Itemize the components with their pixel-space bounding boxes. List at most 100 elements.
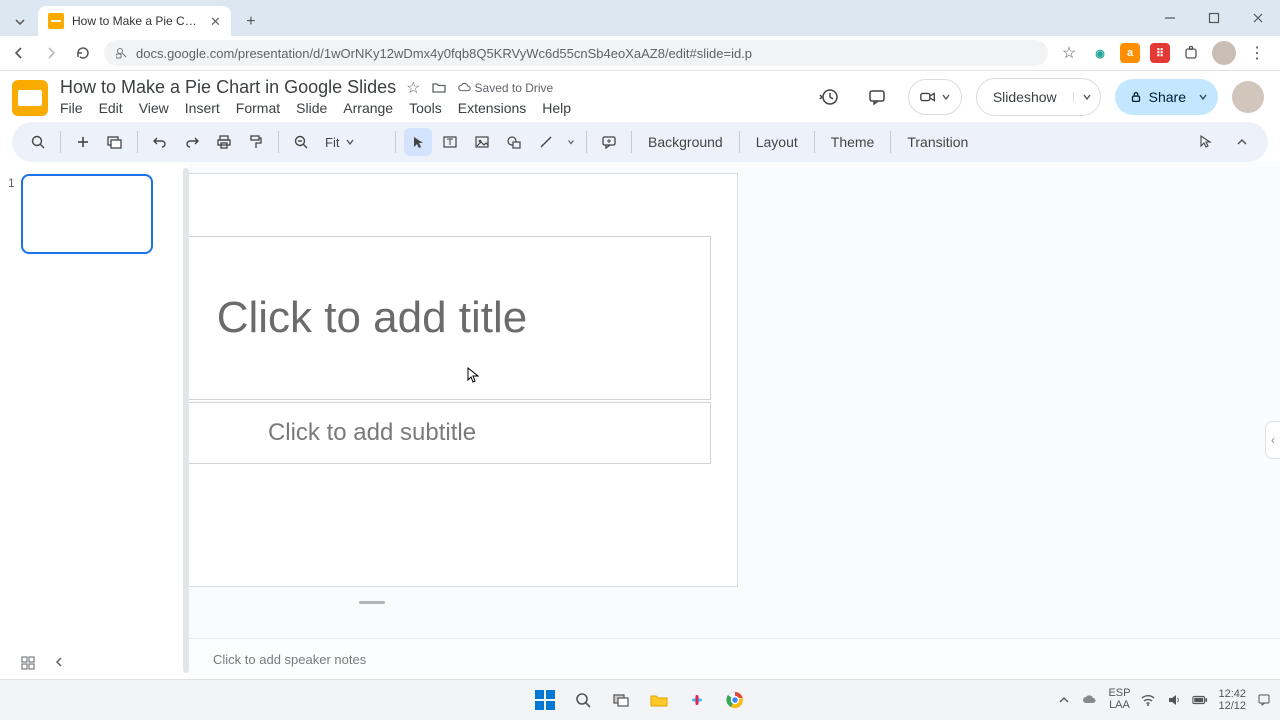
share-dropdown[interactable]	[1198, 92, 1208, 102]
menu-slide[interactable]: Slide	[296, 100, 327, 116]
window-maximize[interactable]	[1192, 0, 1236, 36]
subtitle-placeholder[interactable]: Click to add subtitle	[189, 402, 711, 464]
slide-thumbnail[interactable]	[21, 174, 153, 254]
tray-overflow-icon[interactable]	[1056, 692, 1072, 708]
onedrive-icon[interactable]	[1082, 692, 1098, 708]
menu-view[interactable]: View	[139, 100, 169, 116]
speaker-notes[interactable]: Click to add speaker notes	[189, 638, 1280, 679]
start-button[interactable]	[532, 687, 558, 713]
chrome-menu-icon[interactable]: ⋮	[1246, 42, 1268, 64]
slides-header: How to Make a Pie Chart in Google Slides…	[0, 71, 1280, 116]
window-close[interactable]	[1236, 0, 1280, 36]
save-status[interactable]: Saved to Drive	[457, 81, 554, 95]
new-tab-button[interactable]: +	[237, 8, 265, 36]
nav-reload[interactable]	[72, 42, 94, 64]
chrome-icon[interactable]	[722, 687, 748, 713]
move-folder-icon[interactable]	[431, 80, 447, 96]
video-icon	[919, 88, 937, 106]
star-icon[interactable]: ☆	[406, 78, 420, 98]
menu-tools[interactable]: Tools	[409, 100, 442, 116]
extension-red[interactable]: ⠿	[1150, 43, 1170, 63]
url-text: docs.google.com/presentation/d/1wOrNKy12…	[136, 46, 752, 61]
select-tool[interactable]	[404, 128, 432, 156]
browser-tab-strip: How to Make a Pie Chart in Go... ✕ +	[0, 0, 1280, 36]
menu-edit[interactable]: Edit	[99, 100, 123, 116]
grid-view-icon[interactable]	[20, 655, 36, 671]
file-explorer-icon[interactable]	[646, 687, 672, 713]
toolbar: Fit Background Layout Theme Transition	[12, 122, 1268, 162]
menu-arrange[interactable]: Arrange	[343, 100, 393, 116]
chrome-profile-avatar[interactable]	[1212, 41, 1236, 65]
tab-search-dropdown[interactable]	[6, 8, 34, 36]
zoom-tool-button[interactable]	[287, 128, 315, 156]
mode-switcher[interactable]	[1192, 128, 1220, 156]
filmstrip-collapse-icon[interactable]	[54, 655, 64, 671]
battery-icon[interactable]	[1192, 692, 1208, 708]
menu-help[interactable]: Help	[542, 100, 571, 116]
wifi-icon[interactable]	[1140, 692, 1156, 708]
slack-icon[interactable]	[684, 687, 710, 713]
line-tool[interactable]	[532, 128, 560, 156]
browser-tab[interactable]: How to Make a Pie Chart in Go... ✕	[38, 6, 231, 36]
slide-number: 1	[8, 174, 15, 254]
collapse-toolbar-icon[interactable]	[1228, 128, 1256, 156]
nav-back[interactable]	[8, 42, 30, 64]
taskbar-search-icon[interactable]	[570, 687, 596, 713]
volume-icon[interactable]	[1166, 692, 1182, 708]
new-slide-layout-dropdown[interactable]	[101, 128, 129, 156]
address-bar[interactable]: docs.google.com/presentation/d/1wOrNKy12…	[104, 40, 1048, 66]
comments-icon[interactable]	[860, 80, 894, 114]
cloud-icon	[457, 81, 471, 95]
site-info-icon	[116, 47, 128, 59]
windows-taskbar: ESP LAA 12:42 12/12	[0, 679, 1280, 720]
print-button[interactable]	[210, 128, 238, 156]
notifications-icon[interactable]	[1256, 692, 1272, 708]
search-menus-icon[interactable]	[24, 128, 52, 156]
comment-tool[interactable]	[595, 128, 623, 156]
menu-extensions[interactable]: Extensions	[458, 100, 526, 116]
shape-tool[interactable]	[500, 128, 528, 156]
transition-button[interactable]: Transition	[899, 134, 976, 150]
slides-favicon	[48, 13, 64, 29]
side-panel-toggle[interactable]: ‹	[1265, 421, 1280, 459]
clock[interactable]: 12:42 12/12	[1218, 688, 1246, 712]
image-tool[interactable]	[468, 128, 496, 156]
task-view-icon[interactable]	[608, 687, 634, 713]
slide-canvas-area[interactable]: Click to add title Click to add subtitle	[189, 162, 1280, 638]
tab-title: How to Make a Pie Chart in Go...	[72, 14, 202, 28]
share-button[interactable]: Share	[1115, 79, 1218, 115]
account-avatar[interactable]	[1232, 81, 1264, 113]
menu-file[interactable]: File	[60, 100, 83, 116]
menu-bar: File Edit View Insert Format Slide Arran…	[60, 100, 571, 116]
tab-close-icon[interactable]: ✕	[210, 15, 221, 28]
meet-button[interactable]	[908, 79, 962, 115]
theme-button[interactable]: Theme	[823, 134, 883, 150]
extension-a[interactable]: a	[1120, 43, 1140, 63]
slides-logo-icon[interactable]	[12, 80, 48, 116]
background-button[interactable]: Background	[640, 134, 731, 150]
doc-title[interactable]: How to Make a Pie Chart in Google Slides	[60, 77, 396, 98]
undo-button[interactable]	[146, 128, 174, 156]
menu-insert[interactable]: Insert	[185, 100, 220, 116]
extensions-icon[interactable]	[1180, 42, 1202, 64]
slideshow-dropdown[interactable]	[1073, 92, 1100, 102]
slideshow-button[interactable]: Slideshow	[976, 78, 1101, 116]
line-tool-dropdown[interactable]	[564, 128, 578, 156]
slide[interactable]: Click to add title Click to add subtitle	[189, 174, 737, 586]
keyboard-layout[interactable]: LAA	[1109, 700, 1130, 712]
menu-format[interactable]: Format	[236, 100, 280, 116]
new-slide-button[interactable]	[69, 128, 97, 156]
window-minimize[interactable]	[1148, 0, 1192, 36]
nav-forward[interactable]	[40, 42, 62, 64]
chevron-down-icon	[941, 92, 951, 102]
textbox-tool[interactable]	[436, 128, 464, 156]
title-placeholder[interactable]: Click to add title	[189, 236, 711, 400]
bookmark-star-icon[interactable]: ☆	[1058, 42, 1080, 64]
notes-resize-handle[interactable]	[359, 601, 385, 604]
extension-grammarly[interactable]: ◉	[1090, 43, 1110, 63]
paint-format-button[interactable]	[242, 128, 270, 156]
zoom-dropdown[interactable]: Fit	[319, 135, 387, 150]
layout-button[interactable]: Layout	[748, 134, 806, 150]
redo-button[interactable]	[178, 128, 206, 156]
version-history-icon[interactable]	[812, 80, 846, 114]
